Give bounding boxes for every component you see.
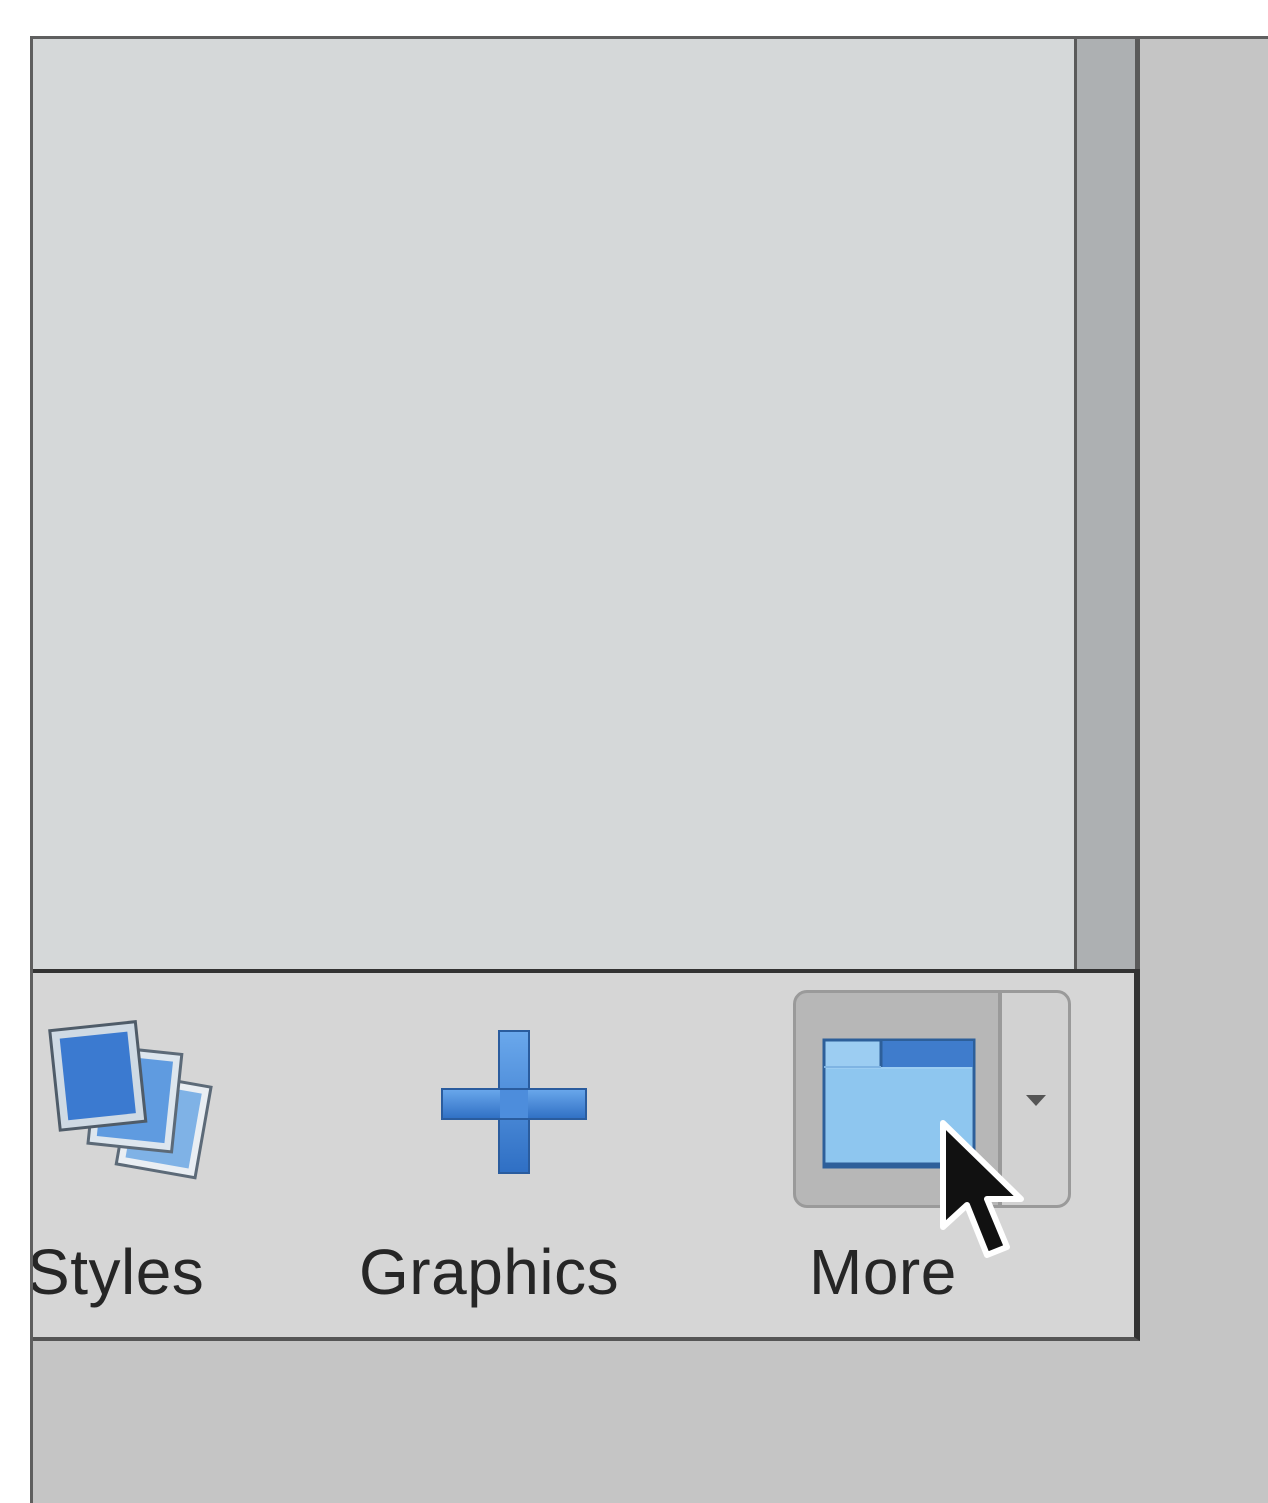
graphics-label: Graphics	[359, 1236, 620, 1308]
styles-button[interactable]: Styles	[33, 973, 253, 1333]
styles-label: Styles	[30, 1236, 205, 1308]
graphics-button[interactable]: Graphics	[353, 973, 683, 1333]
plus-icon	[439, 1029, 589, 1179]
scrollbar-edge	[1135, 39, 1140, 971]
app-window: Styles Graphics More	[30, 36, 1268, 1503]
styles-stack-icon	[47, 1018, 217, 1183]
vertical-scrollbar[interactable]	[1077, 39, 1135, 971]
content-pane[interactable]	[33, 39, 1077, 971]
chevron-down-icon	[1022, 1091, 1050, 1109]
pointer-cursor-icon	[935, 1117, 1045, 1267]
